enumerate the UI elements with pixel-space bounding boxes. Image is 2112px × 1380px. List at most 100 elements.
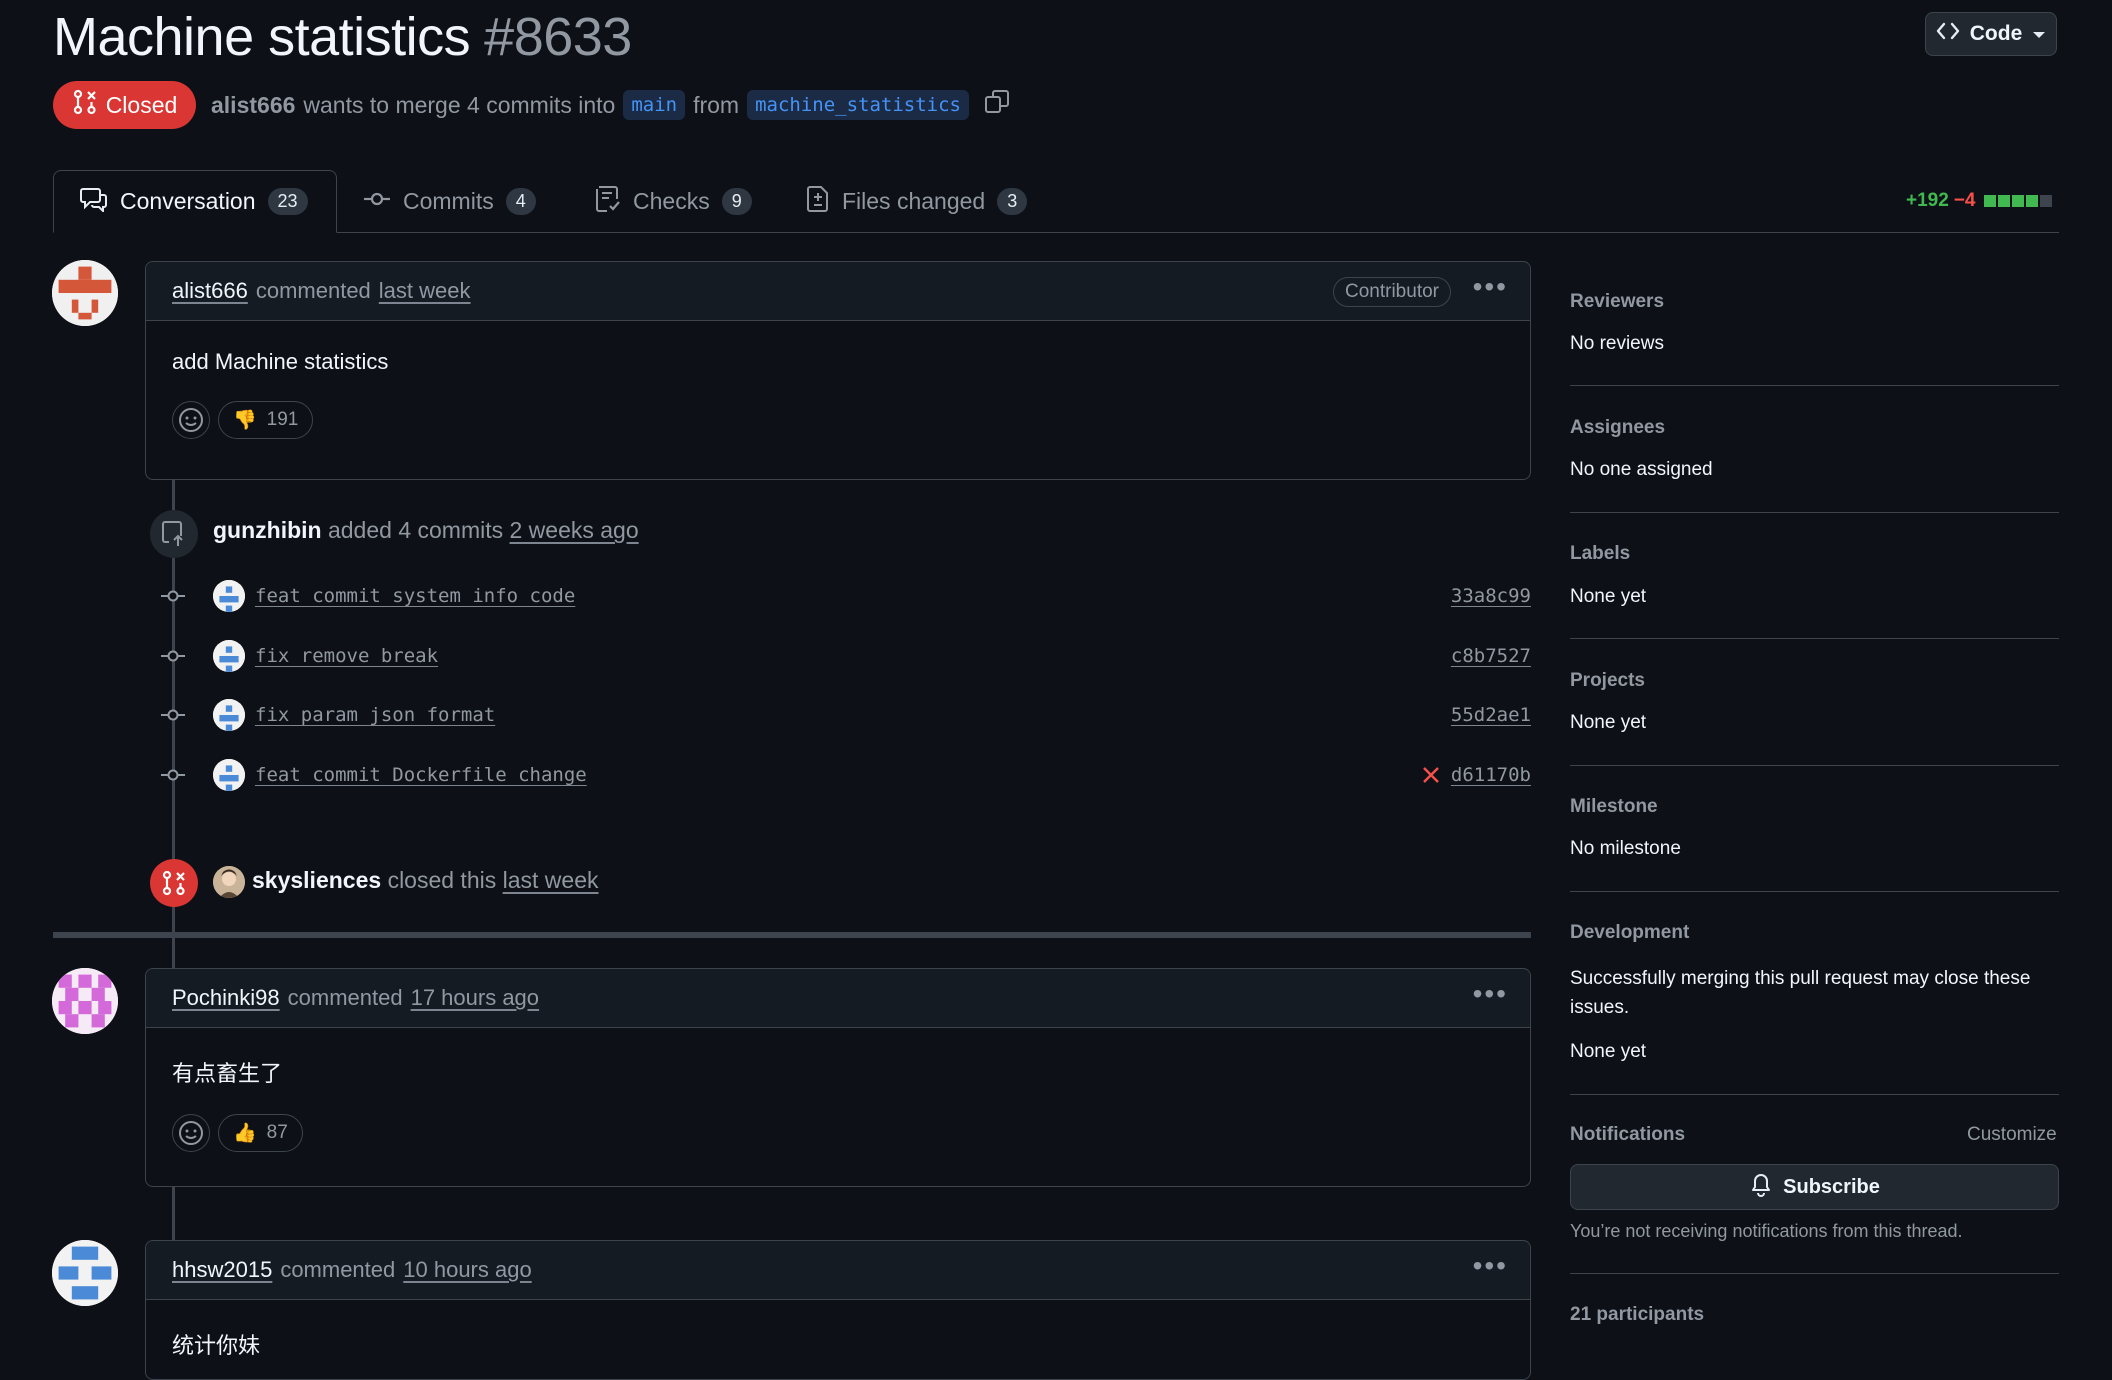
avatar[interactable]: [213, 866, 245, 898]
avatar[interactable]: [52, 968, 118, 1034]
commit-message[interactable]: fix remove break: [255, 645, 438, 667]
thumbs-up-emoji: 👍: [233, 1123, 257, 1144]
base-branch[interactable]: main: [623, 90, 686, 120]
sidebar-separator: [1570, 1094, 2059, 1095]
diff-deletions: −4: [1953, 190, 1976, 211]
author-association-badge: Contributor: [1333, 277, 1451, 307]
commit-message[interactable]: feat commit Dockerfile change: [255, 764, 587, 786]
commit-message[interactable]: feat commit system info code: [255, 585, 575, 607]
triangle-down-icon: [2032, 22, 2046, 46]
avatar[interactable]: [213, 640, 245, 672]
tab-files-changed[interactable]: Files changed 3: [780, 170, 1053, 233]
comment-body: 有点畜生了 👍 87: [146, 1028, 1530, 1152]
comment-text: 有点畜生了: [172, 1061, 283, 1086]
smiley-icon[interactable]: [172, 401, 210, 439]
comment-text: 统计你妹: [172, 1333, 261, 1358]
avatar[interactable]: [213, 580, 245, 612]
commit-message[interactable]: fix param json format: [255, 704, 495, 726]
comment-action: commented: [255, 278, 371, 303]
sidebar-reviewers-heading[interactable]: Reviewers: [1570, 291, 2059, 313]
notification-note: You’re not receiving notifications from …: [1570, 1221, 1963, 1241]
git-pull-request-closed-icon: [72, 89, 98, 121]
commit-sha[interactable]: d61170b: [1451, 764, 1531, 786]
subscribe-button[interactable]: Subscribe: [1570, 1164, 2059, 1210]
checklist-icon: [595, 185, 621, 219]
tab-counter: 9: [721, 188, 752, 215]
commit-row: feat commit Dockerfile change d61170b: [145, 759, 1531, 791]
event-time[interactable]: 2 weeks ago: [510, 517, 639, 543]
head-branch[interactable]: machine_statistics: [747, 90, 969, 120]
state-label: Closed: [105, 91, 178, 118]
customize-link[interactable]: Customize: [1967, 1124, 2057, 1146]
tab-conversation[interactable]: Conversation 23: [53, 170, 337, 233]
commit-sha[interactable]: 33a8c99: [1451, 585, 1531, 607]
comment-time[interactable]: 17 hours ago: [411, 985, 539, 1011]
closed-event: skysliences closed this last week: [252, 867, 599, 894]
comment-author[interactable]: Pochinki98: [172, 985, 280, 1011]
event-author[interactable]: skysliences: [252, 867, 381, 893]
event-time[interactable]: last week: [503, 867, 599, 893]
copy-icon[interactable]: [983, 88, 1011, 122]
tab-label: Checks: [633, 188, 710, 214]
pr-title-text: Machine statistics: [53, 7, 471, 67]
tab-commits[interactable]: Commits 4: [337, 170, 562, 233]
reactions: 👎 191: [172, 401, 1504, 439]
reaction-count: 87: [266, 1122, 288, 1143]
kebab-horizontal-icon[interactable]: •••: [1473, 1252, 1508, 1280]
commit-sha[interactable]: c8b7527: [1451, 645, 1531, 667]
comment-box: hhsw2015 commented 10 hours ago ••• 统计你妹: [145, 1240, 1531, 1380]
file-diff-icon: [806, 185, 830, 219]
sidebar-development-heading[interactable]: Development: [1570, 922, 2059, 944]
commit-row: fix param json format 55d2ae1: [145, 699, 1531, 731]
pr-author[interactable]: alist666: [211, 92, 295, 119]
pr-number: #8633: [484, 7, 632, 67]
tab-checks[interactable]: Checks 9: [569, 170, 778, 233]
thumbs-down-emoji: 👎: [233, 410, 257, 431]
tab-label: Commits: [403, 188, 494, 214]
sidebar-development-value: None yet: [1570, 1041, 1647, 1062]
reaction-button[interactable]: 👎 191: [218, 401, 314, 439]
x-icon[interactable]: [1421, 765, 1441, 790]
sidebar-reviewers-value: No reviews: [1570, 333, 1664, 354]
git-commit-icon: [160, 648, 186, 664]
tab-counter: 4: [505, 188, 536, 215]
commit-row: feat commit system info code 33a8c99: [145, 580, 1531, 612]
sidebar-milestone-heading[interactable]: Milestone: [1570, 796, 2059, 818]
avatar[interactable]: [52, 1240, 118, 1306]
comment-time[interactable]: 10 hours ago: [403, 1257, 531, 1283]
code-button-label: Code: [1969, 22, 2023, 45]
sidebar-development-text: Successfully merging this pull request m…: [1570, 968, 2031, 1018]
commit-row: fix remove break c8b7527: [145, 640, 1531, 672]
tab-counter: 23: [267, 188, 308, 215]
comment-header: hhsw2015 commented 10 hours ago •••: [146, 1241, 1530, 1300]
comment-body: add Machine statistics 👎 191: [146, 321, 1530, 439]
smiley-icon[interactable]: [172, 1114, 210, 1152]
tab-label: Files changed: [842, 188, 986, 214]
commit-sha[interactable]: 55d2ae1: [1451, 704, 1531, 726]
repo-push-icon: [150, 510, 198, 558]
kebab-horizontal-icon[interactable]: •••: [1473, 980, 1508, 1008]
reactions: 👍 87: [172, 1114, 1504, 1152]
sidebar-projects-heading[interactable]: Projects: [1570, 670, 2059, 692]
reaction-button[interactable]: 👍 87: [218, 1114, 303, 1152]
git-commit-icon: [160, 588, 186, 604]
merge-text: wants to merge 4 commits into: [303, 91, 616, 118]
code-button[interactable]: Code: [1925, 12, 2057, 56]
git-commit-icon: [160, 767, 186, 783]
comment-author[interactable]: alist666: [172, 278, 248, 304]
event-author[interactable]: gunzhibin: [213, 517, 322, 543]
sidebar-labels-heading[interactable]: Labels: [1570, 543, 2059, 565]
sidebar-assignees-heading[interactable]: Assignees: [1570, 417, 2059, 439]
reaction-count: 191: [266, 409, 299, 430]
avatar[interactable]: [52, 260, 118, 326]
sidebar-separator: [1570, 1273, 2059, 1274]
avatar[interactable]: [213, 699, 245, 731]
code-icon: [1936, 21, 1960, 47]
comment-author[interactable]: hhsw2015: [172, 1257, 272, 1283]
from-text: from: [693, 91, 740, 118]
kebab-horizontal-icon[interactable]: •••: [1473, 273, 1508, 301]
avatar[interactable]: [213, 759, 245, 791]
comment-header: Pochinki98 commented 17 hours ago •••: [146, 969, 1530, 1028]
comment-time[interactable]: last week: [379, 278, 471, 304]
sidebar-assignees-value: No one assigned: [1570, 459, 1713, 480]
